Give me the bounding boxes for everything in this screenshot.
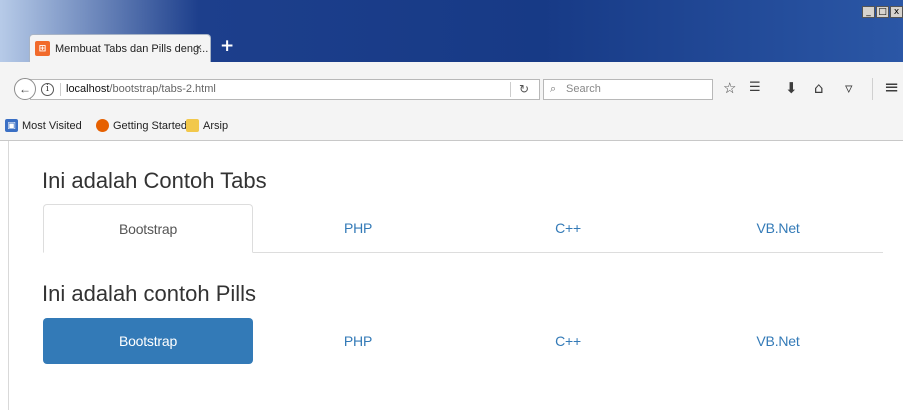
minimize-button[interactable]: _: [862, 6, 875, 18]
site-info-icon[interactable]: i: [41, 83, 54, 96]
bookmark-star-icon[interactable]: ☆: [723, 78, 736, 98]
bookmark-label: Arsip: [203, 119, 229, 132]
new-tab-plus-icon[interactable]: +: [220, 36, 234, 56]
xampp-favicon-icon: ⊞: [35, 41, 50, 56]
tab-php[interactable]: PHP: [253, 204, 463, 252]
tab-close-icon[interactable]: ×: [196, 42, 202, 54]
tab-vbnet[interactable]: VB.Net: [673, 204, 883, 252]
pill-bootstrap[interactable]: Bootstrap: [43, 318, 253, 364]
bookmark-getting-started[interactable]: Getting Started: [96, 119, 187, 132]
most-visited-icon: ▣: [5, 119, 18, 132]
download-icon[interactable]: ⬇: [785, 78, 798, 98]
bookmark-label: Getting Started: [113, 119, 187, 132]
bookmarks-toolbar: ▣ Most Visited Getting Started Arsip: [0, 113, 903, 141]
url-host: localhost: [66, 83, 110, 95]
close-window-button[interactable]: x: [890, 6, 903, 18]
window-controls: _ □ x: [862, 6, 903, 18]
hamburger-menu-icon[interactable]: ≡: [884, 78, 899, 98]
pocket-icon[interactable]: ▿: [845, 78, 853, 98]
reload-icon[interactable]: ↻: [519, 82, 529, 96]
pill-php[interactable]: PHP: [253, 318, 463, 364]
tab-cpp[interactable]: C++: [463, 204, 673, 252]
back-button[interactable]: ←: [14, 78, 36, 100]
page-content: Ini adalah Contoh Tabs Bootstrap PHP C++…: [8, 141, 903, 410]
reload-separator: [510, 82, 511, 97]
url-separator: [60, 83, 61, 96]
search-input[interactable]: ⌕ Search: [543, 79, 713, 100]
tabs-heading: Ini adalah Contoh Tabs: [42, 168, 267, 193]
tab-title: Membuat Tabs dan Pills deng...: [55, 42, 209, 55]
bookmark-arsip[interactable]: Arsip: [186, 119, 228, 132]
nav-pills: Bootstrap PHP C++ VB.Net: [43, 318, 883, 364]
bookmark-label: Most Visited: [22, 119, 82, 132]
tab-bootstrap[interactable]: Bootstrap: [43, 204, 254, 253]
maximize-button[interactable]: □: [876, 6, 889, 18]
back-arrow-icon: ←: [19, 82, 31, 96]
search-placeholder: Search: [566, 83, 601, 95]
browser-tab-active[interactable]: ⊞ Membuat Tabs dan Pills deng... ×: [29, 34, 211, 62]
search-icon: ⌕: [550, 82, 557, 95]
navigation-toolbar: i localhost/bootstrap/tabs-2.html ↻ ← ⌕ …: [0, 62, 903, 114]
firefox-icon: [96, 119, 109, 132]
toolbar-divider: [872, 78, 873, 100]
home-icon[interactable]: ⌂: [814, 78, 824, 98]
pills-heading: Ini adalah contoh Pills: [42, 281, 257, 306]
reading-list-icon[interactable]: ☰: [749, 78, 761, 98]
folder-icon: [186, 119, 199, 132]
url-text[interactable]: localhost/bootstrap/tabs-2.html: [66, 83, 216, 95]
nav-tabs: Bootstrap PHP C++ VB.Net: [43, 204, 883, 253]
bookmark-most-visited[interactable]: ▣ Most Visited: [5, 119, 82, 132]
url-path: /bootstrap/tabs-2.html: [109, 83, 216, 95]
pill-vbnet[interactable]: VB.Net: [673, 318, 883, 364]
address-bar[interactable]: i localhost/bootstrap/tabs-2.html ↻: [30, 79, 540, 100]
pill-cpp[interactable]: C++: [463, 318, 673, 364]
window-titlebar: _ □ x ⊞ Membuat Tabs dan Pills deng... ×…: [0, 0, 903, 62]
